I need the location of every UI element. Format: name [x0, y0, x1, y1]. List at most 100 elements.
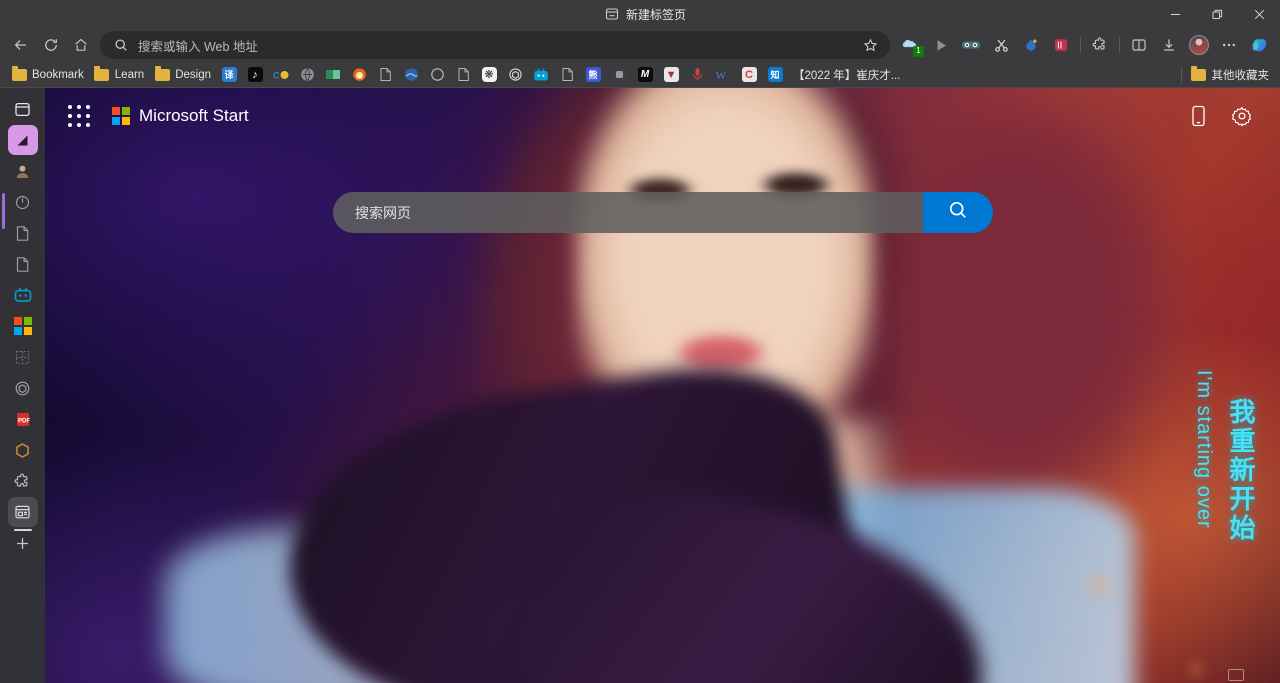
bookmark-earth-blue[interactable] [398, 64, 424, 85]
zhihu-icon: 知 [767, 67, 783, 83]
firefox-icon [351, 67, 367, 83]
bookmark-feedly[interactable]: ▼ [658, 64, 684, 85]
browser-tab[interactable]: 新建标签页 [595, 0, 696, 28]
bookmark-mic-red[interactable] [684, 64, 710, 85]
search-input[interactable]: 搜索网页 [333, 192, 923, 233]
bookmark-firefox[interactable] [346, 64, 372, 85]
sidebar-item-orange-app[interactable] [8, 435, 38, 465]
bookmark-translate[interactable]: 译 [216, 64, 242, 85]
document-icon [377, 67, 393, 83]
bookmark-label: Bookmark [32, 68, 84, 81]
c-letter-icon: C [741, 67, 757, 83]
lyric-chinese: 我重新开始 [1226, 398, 1256, 543]
sidebar-item-grid[interactable] [8, 342, 38, 372]
feedly-icon: ▼ [663, 67, 679, 83]
bookmark-openai[interactable] [502, 64, 528, 85]
sidebar-item-doc-1[interactable] [8, 218, 38, 248]
drop-icon[interactable] [1016, 31, 1046, 59]
profile-avatar[interactable] [1184, 31, 1214, 59]
background-figure-lips [673, 333, 769, 373]
media-play-icon[interactable] [926, 31, 956, 59]
bookmark-book-green[interactable] [320, 64, 346, 85]
sidebar-item-news[interactable] [7, 497, 38, 531]
extensions-icon[interactable] [1085, 31, 1115, 59]
sidebar-item-extensions[interactable] [8, 466, 38, 496]
browser-toolbar: 搜索或输入 Web 地址 1 [0, 28, 1280, 62]
video-overlay-chip [1228, 669, 1244, 681]
sidebar-item-openai[interactable] [8, 373, 38, 403]
sidebar-item-account[interactable] [8, 156, 38, 186]
bookmark-github[interactable] [424, 64, 450, 85]
tiktok-icon: ♪ [247, 67, 263, 83]
scissors-icon[interactable] [986, 31, 1016, 59]
bookmark-tiktok[interactable]: ♪ [242, 64, 268, 85]
search-icon [114, 38, 128, 52]
bookmark-folder-design[interactable]: Design [149, 64, 216, 85]
bookmarks-divider [1180, 66, 1182, 83]
bookmarks-bar: Bookmark Learn Design 译 ♪ C ❋ 熊 M ▼ W C … [0, 62, 1280, 88]
bookmark-wikipedia[interactable]: W [710, 64, 736, 85]
background-image [45, 88, 1280, 683]
bookmark-label: 【2022 年】崔庆才... [793, 69, 901, 82]
search-submit-button[interactable] [923, 192, 993, 233]
cd-icon: C [273, 67, 289, 83]
browser-essentials-icon[interactable] [956, 31, 986, 59]
split-screen-icon[interactable] [1124, 31, 1154, 59]
tab-strip: 新建标签页 [595, 0, 696, 28]
collections-icon[interactable] [1046, 31, 1076, 59]
minimize-button[interactable] [1154, 0, 1196, 28]
back-button[interactable] [6, 31, 36, 59]
home-button[interactable] [66, 31, 96, 59]
close-button[interactable] [1238, 0, 1280, 28]
settings-more-icon[interactable] [1214, 31, 1244, 59]
bookmark-document-3[interactable] [554, 64, 580, 85]
shopping-badge: 1 [913, 46, 924, 57]
new-tab-icon [605, 7, 619, 21]
refresh-button[interactable] [36, 31, 66, 59]
sidebar-item-bilibili[interactable] [8, 280, 38, 310]
downloads-icon[interactable] [1154, 31, 1184, 59]
bookmark-app[interactable] [606, 64, 632, 85]
wikipedia-icon: W [715, 67, 731, 83]
bookmark-folder-bookmark[interactable]: Bookmark [6, 64, 89, 85]
other-favorites-button[interactable]: 其他收藏夹 [1186, 64, 1275, 85]
bookmark-article[interactable]: 【2022 年】崔庆才... [788, 64, 905, 85]
sidebar-item-microsoft[interactable] [8, 311, 38, 341]
app-launcher-icon[interactable] [68, 105, 90, 127]
shopping-icon[interactable]: 1 [896, 31, 926, 59]
bookmark-document-1[interactable] [372, 64, 398, 85]
sidebar-item-doc-2[interactable] [8, 249, 38, 279]
sidebar-item-tab-actions[interactable] [8, 94, 38, 124]
bookmark-cd[interactable]: C [268, 64, 294, 85]
bookmark-document-2[interactable] [450, 64, 476, 85]
openai-icon [507, 67, 523, 83]
sidebar-item-add[interactable] [8, 528, 38, 558]
bookmark-globe[interactable] [294, 64, 320, 85]
brand[interactable]: Microsoft Start [112, 106, 249, 126]
bookmark-medium[interactable]: M [632, 64, 658, 85]
bookmark-openai-white[interactable]: ❋ [476, 64, 502, 85]
web-search: 搜索网页 [333, 192, 993, 233]
page-settings-icon[interactable] [1226, 100, 1258, 132]
bookmark-bilibili[interactable] [528, 64, 554, 85]
copilot-icon[interactable] [1244, 31, 1274, 59]
openai-white-icon: ❋ [481, 67, 497, 83]
restore-button[interactable] [1196, 0, 1238, 28]
sidebar-item-power[interactable] [8, 187, 38, 217]
sidebar-item-app-pink[interactable] [7, 125, 38, 155]
bookmark-baidu[interactable]: 熊 [580, 64, 606, 85]
address-input[interactable]: 搜索或输入 Web 地址 [138, 36, 859, 55]
document-icon [455, 67, 471, 83]
bookmark-zhihu[interactable]: 知 [762, 64, 788, 85]
bookmark-c-letter[interactable]: C [736, 64, 762, 85]
other-favorites-label: 其他收藏夹 [1211, 69, 1270, 82]
document-icon [559, 67, 575, 83]
github-icon [429, 67, 445, 83]
star-icon[interactable] [859, 38, 882, 53]
mobile-device-icon[interactable] [1182, 100, 1214, 132]
sidebar-item-pdf[interactable]: PDF [8, 404, 38, 434]
address-bar[interactable]: 搜索或输入 Web 地址 [100, 31, 890, 59]
bookmark-folder-learn[interactable]: Learn [89, 64, 149, 85]
tab-title: 新建标签页 [626, 7, 687, 22]
folder-icon [154, 65, 170, 83]
